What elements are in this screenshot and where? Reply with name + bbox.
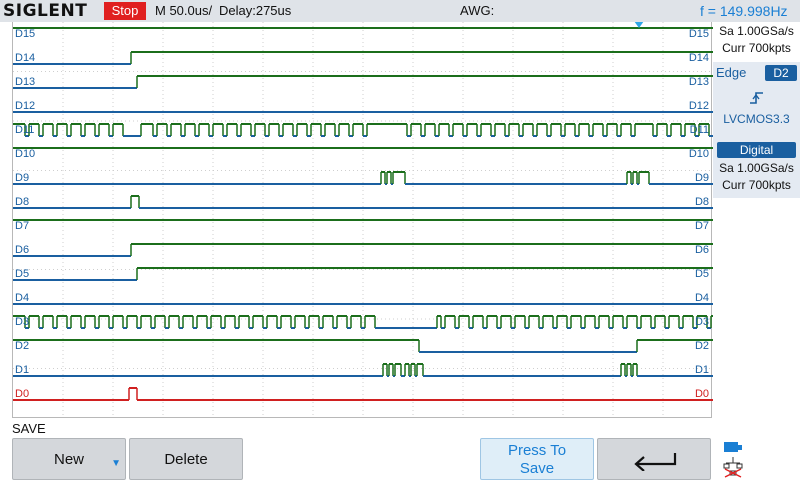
trigger-source-badge: D2 (765, 65, 797, 81)
channel-label-d9-right: D9 (694, 172, 709, 184)
press-to-save-line2: Save (519, 460, 555, 477)
trace-d11 (13, 123, 713, 137)
digital-sample-rate: Sa 1.00GSa/s (719, 161, 794, 175)
channel-label-d4-left: D4 (15, 292, 30, 304)
channel-label-d13-right: D13 (688, 76, 709, 88)
press-to-save-button[interactable]: Press To Save (480, 438, 594, 480)
channel-label-d12-right: D12 (688, 100, 709, 112)
digital-info-box[interactable]: Digital Sa 1.00GSa/s Curr 700kpts (713, 138, 800, 198)
back-button[interactable] (597, 438, 711, 480)
delete-button-label: Delete (164, 451, 208, 468)
channel-label-d6-left: D6 (15, 244, 30, 256)
channel-label-d2-left: D2 (15, 340, 30, 352)
timebase-readout[interactable]: M 50.0us/ (155, 2, 212, 20)
channel-label-d7-right: D7 (694, 220, 709, 232)
channel-label-d3-left: D3 (15, 316, 30, 328)
channel-label-d10-left: D10 (15, 148, 36, 160)
run-state-badge[interactable]: Stop (104, 2, 146, 20)
delete-button[interactable]: Delete (129, 438, 243, 480)
channel-label-d14-left: D14 (15, 52, 36, 64)
digital-memory-depth: Curr 700kpts (722, 178, 791, 192)
channel-label-d5-left: D5 (15, 268, 30, 280)
channel-label-d15-left: D15 (15, 28, 36, 40)
frequency-readout: f = 149.998Hz (700, 3, 788, 19)
waveform-canvas (13, 22, 713, 418)
press-to-save-label: Press To Save (481, 442, 593, 478)
trigger-level: LVCMOS3.3 (723, 112, 790, 126)
rising-edge-icon (750, 92, 763, 104)
channel-label-d11-left: D11 (15, 124, 35, 136)
channel-label-d2-right: D2 (694, 340, 709, 352)
menu-title: SAVE (12, 421, 46, 436)
channel-label-d0-right: D0 (694, 388, 709, 400)
channel-label-d8-left: D8 (15, 196, 30, 208)
return-arrow-icon (634, 453, 677, 471)
channel-label-d5-right: D5 (694, 268, 709, 280)
awg-readout: AWG: (460, 3, 495, 18)
press-to-save-line1: Press To (507, 442, 567, 459)
digital-title: Digital (717, 142, 796, 158)
delay-readout[interactable]: Delay:275us (219, 2, 291, 20)
channel-label-d14-right: D14 (688, 52, 709, 64)
channel-label-d4-right: D4 (694, 292, 709, 304)
channel-label-d9-left: D9 (15, 172, 30, 184)
new-button[interactable]: New ▼ (12, 438, 126, 480)
right-info-panel: Sa 1.00GSa/s Curr 700kpts Edge D2 LVCMOS… (713, 22, 800, 418)
channel-label-d10-right: D10 (688, 148, 709, 160)
channel-label-d0-left: D0 (15, 388, 30, 400)
trigger-type: Edge (716, 65, 747, 80)
acq-sample-rate: Sa 1.00GSa/s (719, 24, 794, 38)
channel-label-d13-left: D13 (15, 76, 36, 88)
channel-label-d11-right: D11 (689, 124, 709, 136)
channel-label-d7-left: D7 (15, 220, 30, 232)
brand-logo: SIGLENT (3, 1, 88, 21)
channel-label-d15-right: D15 (688, 28, 709, 40)
channel-label-d1-left: D1 (15, 364, 30, 376)
network-icon[interactable] (722, 440, 744, 478)
new-button-label: New (53, 451, 84, 468)
acq-memory-depth: Curr 700kpts (722, 41, 791, 55)
top-status-bar: SIGLENT Stop M 50.0us/ Delay:275us AWG: … (0, 0, 800, 22)
channel-label-d12-left: D12 (15, 100, 36, 112)
waveform-display[interactable]: D15 D14 D13 D12 D11 D10 D9 D8 D7 D6 D5 D4 D3 D2 D1 D0 D… (12, 22, 713, 418)
channel-label-d6-right: D6 (694, 244, 709, 256)
channel-label-d8-right: D8 (694, 196, 709, 208)
channel-label-d1-right: D1 (694, 364, 709, 376)
channel-label-d3-right: D3 (694, 316, 709, 328)
chevron-down-icon: ▼ (111, 458, 121, 469)
